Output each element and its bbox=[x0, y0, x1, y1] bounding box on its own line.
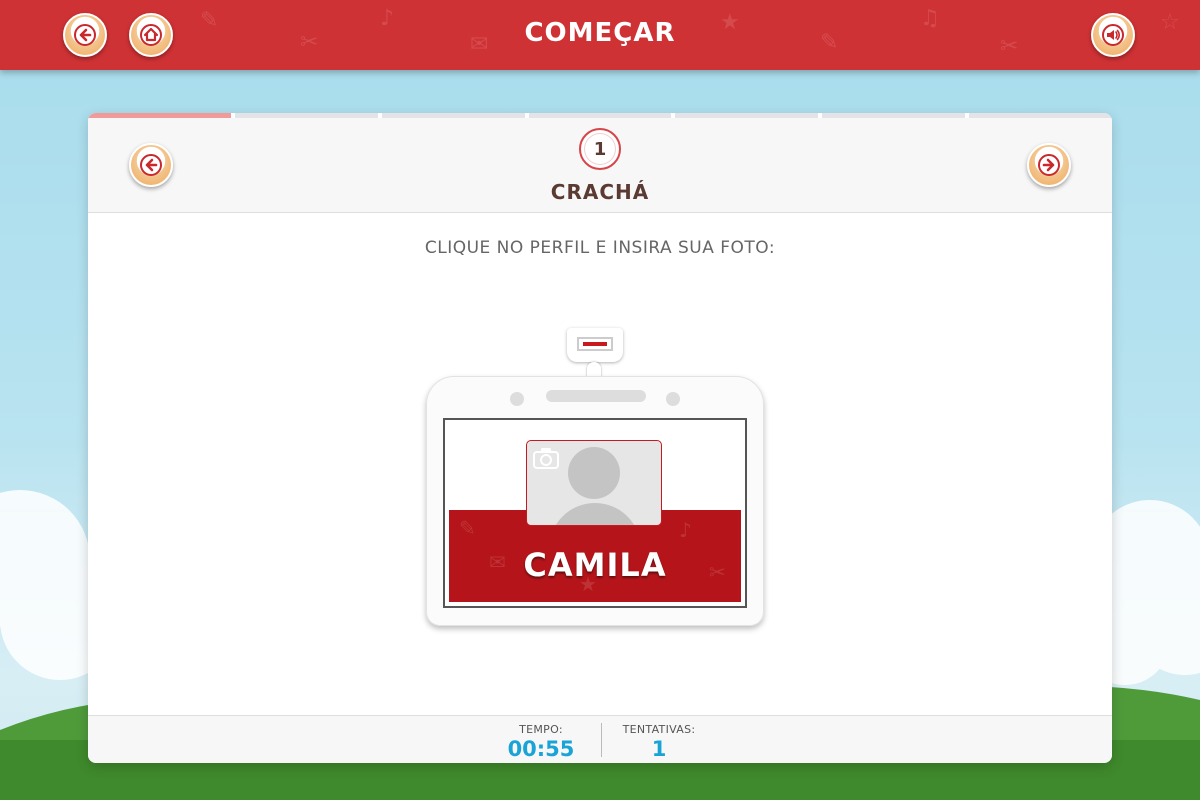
step-number: 1 bbox=[579, 128, 621, 170]
next-arrow-icon bbox=[1038, 154, 1060, 176]
sound-button[interactable] bbox=[1091, 13, 1135, 57]
activity-card: 1 CRACHÁ CLIQUE NO PERFIL E INSIRA SUA F… bbox=[88, 113, 1112, 763]
step-title: CRACHÁ bbox=[550, 180, 650, 204]
profile-photo-upload[interactable] bbox=[526, 440, 662, 526]
time-label: TEMPO: bbox=[519, 723, 563, 736]
camera-icon bbox=[533, 448, 559, 469]
speaker-icon bbox=[1102, 24, 1124, 46]
next-step-button[interactable] bbox=[1027, 143, 1071, 187]
prev-arrow-icon bbox=[140, 154, 162, 176]
stats-footer: TEMPO: 00:55 TENTATIVAS: 1 bbox=[88, 715, 1112, 763]
badge-clip bbox=[567, 328, 623, 362]
avatar-placeholder bbox=[568, 447, 620, 499]
attempts-value: 1 bbox=[651, 737, 667, 761]
instruction-text: CLIQUE NO PERFIL E INSIRA SUA FOTO: bbox=[424, 238, 776, 258]
badge-holder: ✎ ✉ ♪ ✂ ★ CAMILA bbox=[426, 376, 764, 626]
badge-card: ✎ ✉ ♪ ✂ ★ CAMILA bbox=[443, 418, 747, 608]
attempts-stat: TENTATIVAS: 1 bbox=[614, 723, 704, 761]
time-stat: TEMPO: 00:55 bbox=[494, 723, 588, 761]
badge-name: CAMILA bbox=[523, 546, 667, 584]
id-badge: ✎ ✉ ♪ ✂ ★ CAMILA bbox=[424, 328, 766, 628]
attempts-label: TENTATIVAS: bbox=[622, 723, 696, 736]
top-bar: ✎ ✂ ♪ ✉ ★ ✎ ♫ ✂ ☆ COMEÇAR bbox=[0, 0, 1200, 70]
step-header: 1 CRACHÁ bbox=[88, 118, 1112, 213]
time-value: 00:55 bbox=[507, 737, 575, 761]
stats-divider bbox=[601, 723, 602, 757]
page-title: COMEÇAR bbox=[524, 18, 676, 48]
